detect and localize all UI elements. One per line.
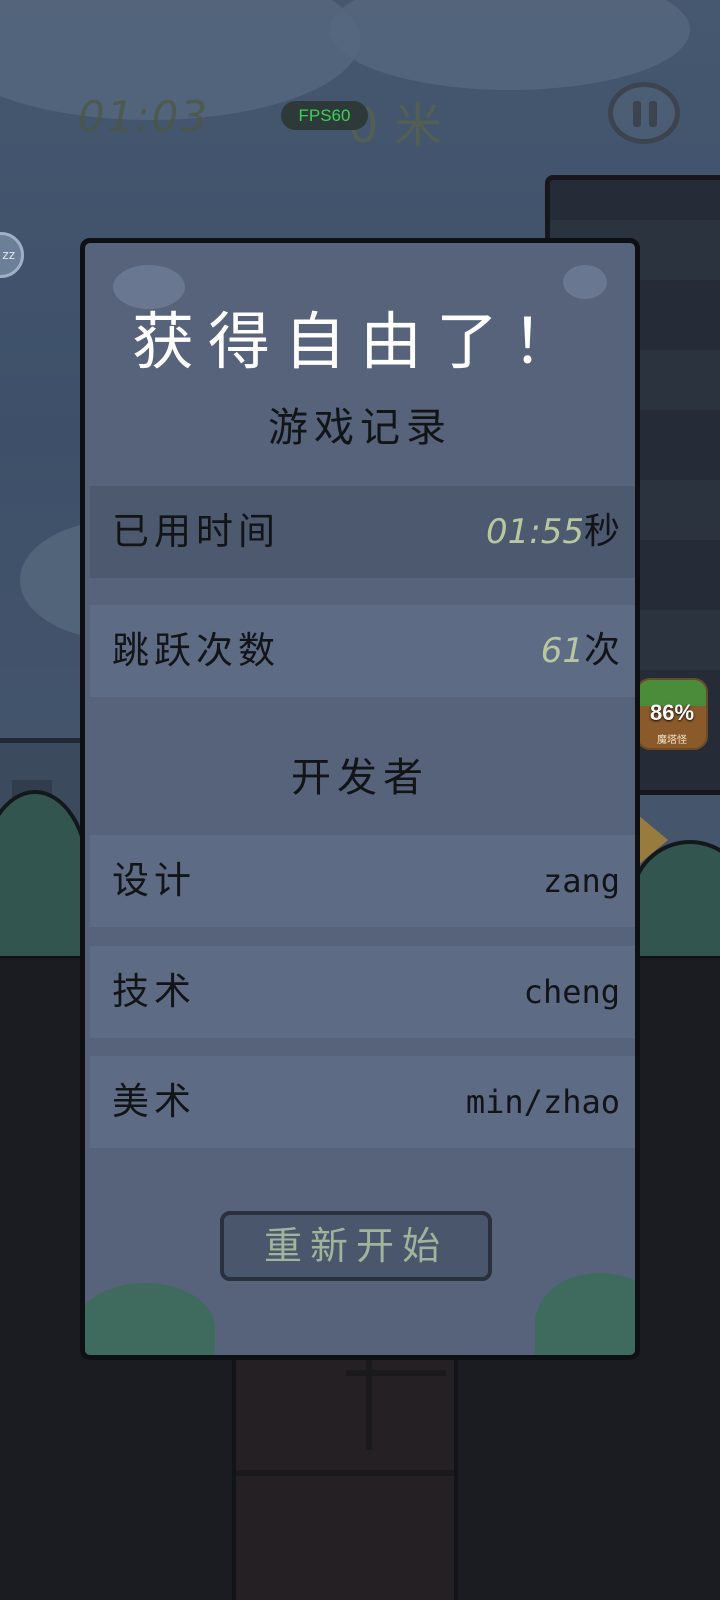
- credit-row-art: 美术 min/zhao: [90, 1056, 635, 1148]
- credit-value: zang: [542, 862, 620, 900]
- record-unit: 次: [583, 630, 620, 671]
- record-value: 61次: [541, 605, 620, 697]
- record-row-jumps: 跳跃次数 61次: [90, 605, 635, 697]
- credit-value: min/zhao: [465, 1083, 620, 1121]
- pause-icon: [633, 101, 641, 127]
- record-value: 01:55秒: [486, 486, 620, 578]
- record-row-time: 已用时间 01:55秒: [90, 486, 635, 578]
- records-heading: 游戏记录: [268, 405, 452, 451]
- credit-label: 设计: [112, 859, 196, 902]
- record-time-value: 01:55: [486, 512, 584, 552]
- fps-counter: FPS60: [281, 101, 368, 130]
- record-label: 跳跃次数: [112, 629, 280, 672]
- bush: [85, 1283, 215, 1355]
- credit-label: 技术: [112, 970, 196, 1013]
- credit-row-tech: 技术 cheng: [90, 946, 635, 1038]
- bush: [535, 1273, 635, 1355]
- badge-caption: 魔塔怪: [657, 735, 687, 746]
- credits-heading: 开发者: [291, 755, 429, 801]
- credit-label: 美术: [112, 1080, 196, 1123]
- badge-percent: 86%: [649, 700, 695, 725]
- credit-value: cheng: [523, 973, 620, 1011]
- credit-row-design: 设计 zang: [90, 835, 635, 927]
- hud-timer: 01:03: [78, 92, 210, 141]
- pause-button[interactable]: [608, 82, 680, 144]
- record-jumps-value: 61: [540, 631, 584, 671]
- result-dialog: 获得自由了！ 游戏记录 已用时间 01:55秒 跳跃次数 61次 开发者 设计 …: [80, 238, 640, 1360]
- dialog-title: 获得自由了！: [131, 305, 588, 378]
- record-label: 已用时间: [112, 510, 280, 553]
- restart-button[interactable]: 重新开始: [220, 1211, 492, 1281]
- pause-icon: [649, 101, 657, 127]
- record-unit: 秒: [583, 511, 620, 552]
- floating-app-badge[interactable]: 86% 魔塔怪: [636, 678, 708, 750]
